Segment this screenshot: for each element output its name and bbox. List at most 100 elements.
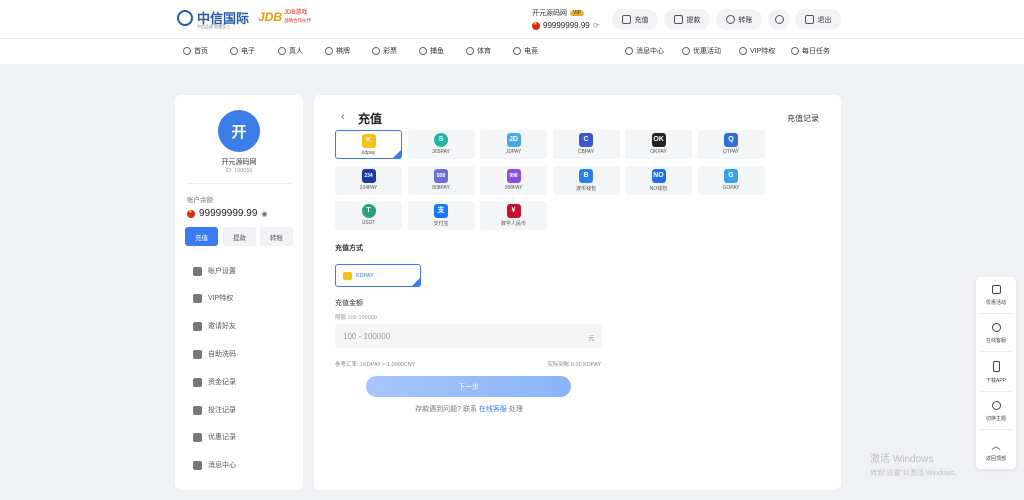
menu-promo-records[interactable]: 优惠记录: [193, 432, 236, 442]
menu-messages[interactable]: 消息中心: [193, 460, 236, 470]
live-icon: [278, 47, 286, 55]
channel-tile[interactable]: B 波币钱包: [552, 165, 620, 195]
channel-tile[interactable]: 998 998PAY: [480, 165, 547, 195]
diamond-icon: [193, 293, 202, 303]
nav-chess[interactable]: 棋牌: [325, 46, 350, 56]
menu-bet-records[interactable]: 投注记录: [193, 405, 236, 415]
profile-name: 开元源码网: [221, 159, 257, 166]
logout-icon: [804, 15, 814, 24]
actual-amount: 实际到账 0.00 KDPAY: [547, 362, 601, 368]
esports-icon: [513, 47, 521, 55]
nav-slots[interactable]: 电子: [230, 46, 255, 56]
channel-tile[interactable]: OK OKPAY: [625, 130, 692, 159]
channel-tile[interactable]: 234 234PAY: [335, 165, 402, 195]
next-step-button[interactable]: 下一步: [366, 376, 571, 397]
method-option-kdpay[interactable]: KDPAY: [335, 264, 421, 287]
nav-vip[interactable]: VIP特权: [739, 46, 775, 56]
365pay-icon: S: [434, 133, 448, 147]
top-header: 中信国际 中信品质 信誉至上 JDB JDB游戏 战略合作伙伴 开元源码网 VI…: [0, 0, 1024, 38]
headset-icon: [991, 323, 1001, 332]
deposit-records-link[interactable]: 充值记录: [787, 113, 819, 124]
amount-unit: 元: [588, 335, 595, 342]
nav-daily-tasks[interactable]: 每日任务: [791, 46, 830, 56]
amount-input[interactable]: [335, 324, 602, 348]
menu-invite[interactable]: 邀请好友: [193, 321, 236, 331]
float-customer-service[interactable]: 在线客服: [976, 323, 1016, 344]
channel-tile[interactable]: Kkdpay: [335, 130, 402, 159]
windows-activation-watermark: 激活 Windows 转到"设置"以激活 Windows。: [870, 454, 962, 477]
user-icon: [774, 15, 784, 24]
main-nav: 首页 电子 真人 棋牌 彩票 捕鱼 体育 电竞 消息中心 优惠活动 VIP特权 …: [0, 38, 1024, 64]
chevron-up-icon: ︿: [991, 441, 1001, 451]
channel-tile[interactable]: G GOPAY: [697, 165, 765, 195]
transfer-icon: [725, 15, 735, 24]
channel-name: GOPAY: [722, 184, 740, 191]
nav-live[interactable]: 真人: [278, 46, 303, 56]
invite-icon: [193, 321, 202, 331]
nav-promotions[interactable]: 优惠活动: [682, 46, 721, 56]
channel-tile[interactable]: C CBPAY: [552, 130, 620, 159]
channel-tile[interactable]: T USDT: [335, 201, 402, 230]
id-card-icon: [193, 266, 202, 276]
brand-logo[interactable]: 中信国际 中信品质 信誉至上: [177, 8, 249, 29]
gopay-icon: G: [724, 168, 738, 183]
menu-rebate[interactable]: 自助洗码: [193, 349, 236, 359]
message-icon: [625, 47, 633, 55]
refresh-icon[interactable]: ⟳: [593, 21, 600, 30]
alipay-icon: 支: [434, 204, 448, 218]
home-icon: [183, 47, 191, 55]
channel-tile[interactable]: S 365PAY: [407, 130, 475, 159]
channel-tile[interactable]: 808 808PAY: [407, 165, 475, 195]
rebate-icon: [193, 349, 202, 359]
808pay-icon: 808: [434, 168, 448, 183]
back-icon[interactable]: ‹: [341, 111, 345, 123]
partner-mark: JDB: [258, 10, 283, 24]
card-icon: [673, 15, 683, 24]
fishing-icon: [419, 47, 427, 55]
nav-esports[interactable]: 电竞: [513, 46, 538, 56]
help-text: 存款遇到问题? 联系 在线客服 处理: [415, 406, 523, 413]
logout-button[interactable]: 退出: [795, 9, 841, 30]
float-back-to-top[interactable]: ︿ 返回顶部: [976, 439, 1016, 462]
profile-panel: 开 开元源码网 ID: 100056 账户余额 99999999.99 ◉ 充值…: [175, 95, 303, 490]
nav-lottery[interactable]: 彩票: [372, 46, 397, 56]
nav-messages[interactable]: 消息中心: [625, 46, 664, 56]
channel-tile[interactable]: NO NO钱包: [625, 165, 692, 195]
hide-balance-icon[interactable]: ◉: [261, 210, 267, 218]
ecny-icon: ¥: [506, 204, 521, 218]
avatar: 开: [218, 110, 260, 152]
channel-tile[interactable]: ¥ 数字人民币: [480, 201, 547, 230]
channel-name: JDPAY: [505, 149, 522, 155]
menu-fund-records[interactable]: 资金记录: [193, 377, 236, 387]
header-transfer-button[interactable]: 转账: [716, 9, 762, 30]
menu-vip[interactable]: VIP特权: [193, 293, 233, 303]
brand-tagline: 中信品质 信誉至上: [197, 24, 231, 29]
okpay-icon: OK: [651, 133, 666, 147]
account-summary: 开元源码网 VIP 99999999.99 ⟳: [532, 8, 610, 30]
balance-label: 账户余额: [187, 197, 213, 204]
float-theme-toggle[interactable]: 切换主题: [976, 401, 1016, 422]
channel-tile[interactable]: 支支付宝: [407, 201, 475, 230]
profile-transfer-button[interactable]: 转账: [260, 227, 293, 246]
channel-tile[interactable]: JD JDPAY: [480, 130, 547, 159]
bobi-wallet-icon: B: [579, 168, 593, 183]
user-profile-button[interactable]: [768, 9, 790, 30]
qtpay-icon: Q: [724, 133, 738, 147]
partner-name: JDB游戏: [284, 10, 308, 16]
nav-home[interactable]: 首页: [183, 46, 208, 56]
profile-withdraw-button[interactable]: 提款: [223, 227, 256, 246]
kdpay-icon: K: [361, 134, 376, 148]
profile-deposit-button[interactable]: 充值: [185, 227, 218, 246]
header-withdraw-button[interactable]: 提款: [664, 9, 710, 30]
float-download-app[interactable]: 下载APP: [976, 361, 1016, 384]
float-promotions[interactable]: 优惠活动: [976, 285, 1016, 306]
nav-sports[interactable]: 体育: [466, 46, 491, 56]
profile-balance-value: 99999999.99: [199, 208, 258, 219]
online-service-link[interactable]: 在线客服: [479, 406, 507, 413]
nav-fishing[interactable]: 捕鱼: [419, 46, 444, 56]
header-deposit-button[interactable]: 充值: [612, 9, 658, 30]
channel-tile[interactable]: Q QTPAY: [697, 130, 765, 159]
method-name: KDPAY: [356, 272, 374, 279]
menu-account-settings[interactable]: 账户设置: [193, 266, 236, 276]
cbpay-icon: C: [579, 133, 593, 147]
